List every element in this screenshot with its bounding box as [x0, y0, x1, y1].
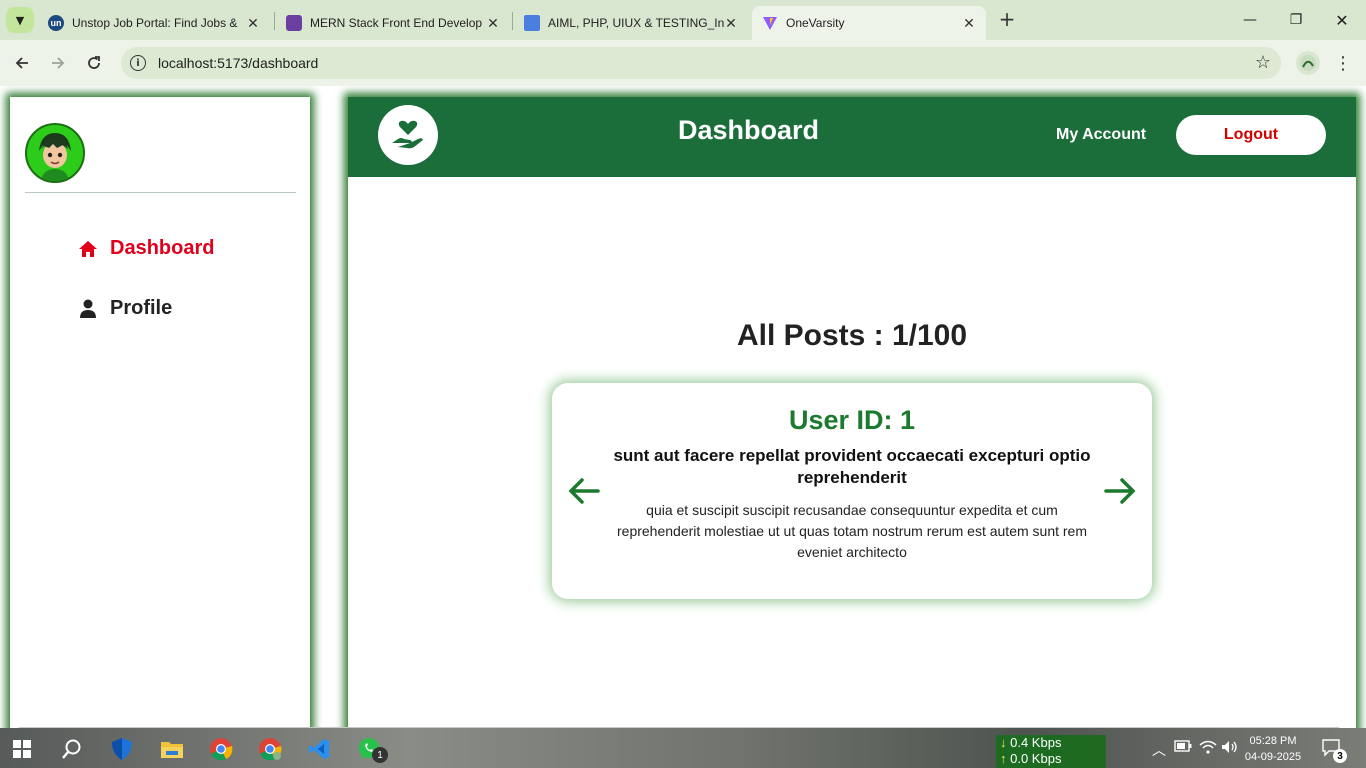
- logo[interactable]: [378, 105, 438, 165]
- post-user-id: User ID: 1: [788, 405, 916, 435]
- wifi-icon[interactable]: [1199, 740, 1217, 758]
- tab-title: OneVarsity: [786, 16, 845, 30]
- vite-favicon-icon: [762, 15, 778, 31]
- clock-date: 04-09-2025: [1244, 751, 1302, 763]
- tab-mern[interactable]: MERN Stack Front End Develop ✕: [276, 6, 510, 40]
- profile-avatar-icon[interactable]: [1296, 51, 1320, 75]
- post-body: quia et suscipit suscipit recusandae con…: [617, 502, 1087, 560]
- site-info-icon[interactable]: i: [130, 55, 146, 71]
- file-explorer-icon[interactable]: [158, 735, 186, 763]
- close-icon[interactable]: ✕: [246, 15, 260, 32]
- tab-title: MERN Stack Front End Develop: [310, 16, 483, 30]
- taskbar-clock[interactable]: 05:28 PM 04-09-2025: [1240, 733, 1306, 765]
- net-up-value: 0.0 Kbps: [1010, 751, 1062, 766]
- defender-shield-icon[interactable]: [108, 735, 136, 763]
- minimize-icon[interactable]: —: [1238, 9, 1262, 31]
- sidebar-item-dashboard[interactable]: Dashboard: [78, 237, 214, 260]
- new-tab-icon[interactable]: +: [996, 7, 1018, 31]
- tab-title: Unstop Job Portal: Find Jobs &: [72, 16, 238, 30]
- home-icon: [78, 239, 98, 259]
- app-header: Dashboard My Account Logout: [348, 97, 1356, 177]
- previous-post-arrow-icon[interactable]: [566, 475, 602, 507]
- docs-favicon-icon: [524, 15, 540, 31]
- post-title: sunt aut facere repellat provident occae…: [613, 446, 1091, 487]
- sidebar-item-label: Dashboard: [110, 237, 215, 259]
- tab-separator: [274, 12, 275, 30]
- unstop-favicon-icon: un: [48, 15, 64, 31]
- post-card: User ID: 1 sunt aut facere repellat prov…: [552, 383, 1152, 599]
- sidebar-item-label: Profile: [110, 297, 173, 319]
- user-icon: [78, 299, 98, 319]
- url-text: localhost:5173/dashboard: [158, 55, 319, 71]
- avatar[interactable]: [25, 123, 85, 183]
- up-arrow-icon: ↑: [1000, 751, 1007, 766]
- net-down-row: ↓ 0.4 Kbps: [1000, 735, 1106, 751]
- bookmark-star-icon[interactable]: ☆: [1255, 52, 1271, 73]
- net-up-row: ↑ 0.0 Kbps: [1000, 751, 1106, 767]
- windows-start-icon[interactable]: [8, 735, 36, 763]
- next-post-arrow-icon[interactable]: [1102, 475, 1138, 507]
- volume-icon[interactable]: [1221, 740, 1239, 758]
- down-arrow-icon: ↓: [1000, 735, 1007, 750]
- tab-separator: [512, 12, 513, 30]
- posts-counter-heading: All Posts : 1/100: [736, 319, 968, 352]
- battery-icon[interactable]: [1174, 740, 1192, 756]
- tab-search-button[interactable]: ▼: [6, 7, 34, 33]
- my-account-link[interactable]: My Account: [1056, 126, 1146, 144]
- chevron-down-icon: ▼: [15, 13, 25, 27]
- close-icon[interactable]: ✕: [486, 15, 500, 32]
- logout-button[interactable]: Logout: [1176, 115, 1326, 155]
- chrome-profile-icon[interactable]: [256, 735, 284, 763]
- sidebar-item-profile[interactable]: Profile: [78, 297, 172, 320]
- main-panel: Dashboard My Account Logout All Posts : …: [348, 97, 1356, 728]
- forms-favicon-icon: [286, 15, 302, 31]
- sidebar-divider: [25, 192, 296, 193]
- whatsapp-badge: 1: [372, 747, 388, 763]
- tab-onevarsity[interactable]: OneVarsity ✕: [752, 6, 986, 40]
- search-icon[interactable]: [58, 735, 86, 763]
- address-bar[interactable]: i localhost:5173/dashboard: [121, 47, 1281, 79]
- network-speed-widget: ↓ 0.4 Kbps ↑ 0.0 Kbps: [996, 735, 1106, 768]
- notification-count-badge: 3: [1333, 749, 1347, 763]
- window-close-icon[interactable]: ✕: [1330, 9, 1354, 31]
- tab-aiml[interactable]: AIML, PHP, UIUX & TESTING_Int ✕: [514, 6, 748, 40]
- restore-icon[interactable]: ❐: [1284, 9, 1308, 31]
- heart-hand-icon: [392, 120, 423, 149]
- net-down-value: 0.4 Kbps: [1010, 735, 1062, 750]
- tray-chevron-up-icon[interactable]: ︿: [1152, 740, 1166, 760]
- vscode-icon[interactable]: [305, 735, 333, 763]
- back-arrow-icon[interactable]: [10, 51, 34, 75]
- page-viewport: Dashboard Profile Dashboard My Account L…: [0, 86, 1366, 728]
- sidebar: Dashboard Profile: [10, 97, 310, 728]
- close-icon[interactable]: ✕: [724, 15, 738, 32]
- tab-title: AIML, PHP, UIUX & TESTING_Int: [548, 16, 724, 30]
- tab-unstop[interactable]: un Unstop Job Portal: Find Jobs & ✕: [38, 6, 270, 40]
- clock-time: 05:28 PM: [1249, 735, 1297, 747]
- chrome-icon[interactable]: [207, 735, 235, 763]
- browser-menu-icon[interactable]: ⋮: [1334, 50, 1352, 76]
- page-title: Dashboard: [678, 115, 820, 145]
- reload-icon[interactable]: [82, 51, 106, 75]
- close-icon[interactable]: ✕: [962, 15, 976, 32]
- forward-arrow-icon[interactable]: [46, 51, 70, 75]
